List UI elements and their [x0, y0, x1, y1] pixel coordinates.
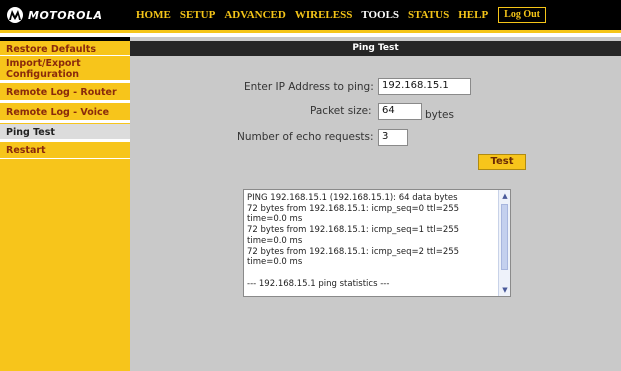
scrollbar-thumb[interactable]: [501, 204, 508, 270]
logout-button[interactable]: Log Out: [498, 7, 547, 23]
ping-output-textarea[interactable]: PING 192.168.15.1 (192.168.15.1): 64 dat…: [243, 189, 511, 297]
sidebar-item-import-export[interactable]: Import/Export Configuration: [0, 57, 130, 81]
sidebar-item-remote-log-router[interactable]: Remote Log - Router: [0, 84, 130, 101]
output-scrollbar[interactable]: ▲ ▼: [498, 190, 510, 296]
nav-home[interactable]: HOME: [136, 9, 171, 21]
sidebar: Restore Defaults Import/Export Configura…: [0, 37, 130, 371]
batwing-glyph: [9, 10, 21, 20]
page-title: Ping Test: [130, 41, 621, 56]
main-content: Ping Test Enter IP Address to ping: 192.…: [130, 37, 621, 371]
scroll-up-icon[interactable]: ▲: [500, 191, 510, 201]
sidebar-separator: [0, 140, 130, 142]
nav-help[interactable]: HELP: [458, 9, 488, 21]
brand-logo[interactable]: MOTOROLA: [7, 6, 103, 24]
main-nav: HOME SETUP ADVANCED WIRELESS TOOLS STATU…: [136, 7, 547, 23]
packet-size-unit: bytes: [425, 109, 454, 121]
ping-output-text: PING 192.168.15.1 (192.168.15.1): 64 dat…: [247, 193, 460, 289]
echo-requests-input[interactable]: 3: [378, 129, 408, 146]
scroll-down-icon[interactable]: ▼: [500, 285, 510, 295]
sidebar-item-remote-log-voice[interactable]: Remote Log - Voice: [0, 104, 130, 121]
nav-wireless[interactable]: WIRELESS: [295, 9, 352, 21]
top-bar: MOTOROLA HOME SETUP ADVANCED WIRELESS TO…: [0, 0, 621, 30]
sidebar-item-ping-test[interactable]: Ping Test: [0, 124, 130, 140]
motorola-batwing-icon: [7, 7, 23, 23]
packet-size-input[interactable]: 64: [378, 103, 422, 120]
sidebar-separator: [0, 81, 130, 83]
sidebar-separator: [0, 101, 130, 103]
sidebar-top-bar: [0, 37, 130, 41]
packet-size-label: Packet size:: [310, 105, 372, 117]
nav-status[interactable]: STATUS: [408, 9, 449, 21]
nav-setup[interactable]: SETUP: [180, 9, 215, 21]
ip-address-input[interactable]: 192.168.15.1: [378, 78, 471, 95]
ip-address-label: Enter IP Address to ping:: [244, 81, 374, 93]
sidebar-item-restart[interactable]: Restart: [0, 143, 130, 159]
brand-name: MOTOROLA: [28, 8, 103, 22]
nav-advanced[interactable]: ADVANCED: [224, 9, 286, 21]
echo-requests-label: Number of echo requests:: [237, 131, 374, 143]
nav-tools[interactable]: TOOLS: [361, 9, 399, 21]
test-button[interactable]: Test: [478, 154, 526, 170]
sidebar-item-restore-defaults[interactable]: Restore Defaults: [0, 43, 130, 56]
sidebar-separator: [0, 121, 130, 123]
